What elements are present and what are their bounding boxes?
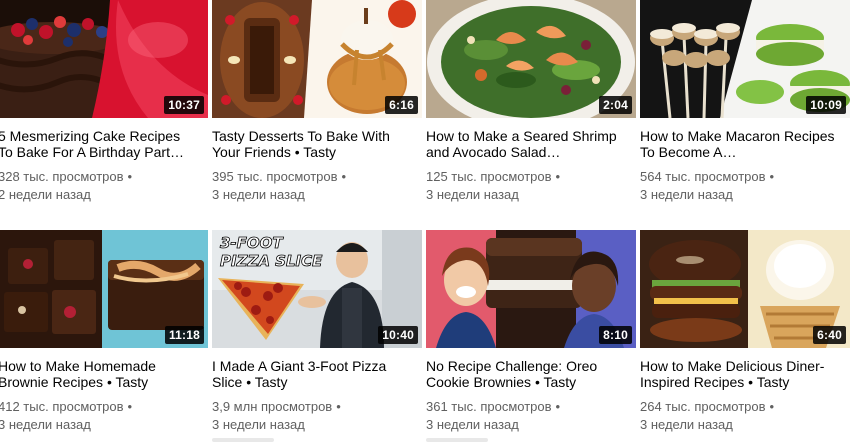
view-count: 395 тыс. просмотров <box>212 169 338 184</box>
separator-dot: • <box>555 169 561 184</box>
video-meta: 328 тыс. просмотров • 2 недели назад <box>0 168 208 204</box>
video-title[interactable]: How to Make Macaron Recipes To Become A… <box>640 128 840 160</box>
video-title[interactable]: I Made A Giant 3-Foot Pizza Slice • Tast… <box>212 358 412 390</box>
separator-dot: • <box>127 399 133 414</box>
video-meta: 412 тыс. просмотров • 3 недели назад <box>0 398 208 434</box>
upload-age: 3 недели назад <box>212 417 305 432</box>
view-count: 328 тыс. просмотров <box>0 169 124 184</box>
video-duration: 8:10 <box>599 326 632 344</box>
video-card[interactable]: 6:40 How to Make Delicious Diner-Inspire… <box>640 230 850 434</box>
video-card[interactable]: 6:16 Tasty Desserts To Bake With Your Fr… <box>212 0 422 204</box>
svg-text:3-FOOT: 3-FOOT <box>220 234 284 252</box>
upload-age: 3 недели назад <box>426 417 519 432</box>
video-duration: 6:16 <box>385 96 418 114</box>
video-duration: 10:09 <box>806 96 846 114</box>
video-duration: 11:18 <box>164 326 204 344</box>
separator-dot: • <box>769 169 775 184</box>
oreo-challenge-thumbnail[interactable]: 8:10 <box>426 230 636 348</box>
video-duration: 2:04 <box>599 96 632 114</box>
upload-age: 3 недели назад <box>426 187 519 202</box>
separator-dot: • <box>769 399 775 414</box>
video-title[interactable]: Tasty Desserts To Bake With Your Friends… <box>212 128 412 160</box>
video-card[interactable]: 8:10 No Recipe Challenge: Oreo Cookie Br… <box>426 230 636 442</box>
video-card[interactable]: 10:37 5 Mesmerizing Cake Recipes To Bake… <box>0 0 208 204</box>
upload-age: 3 недели назад <box>640 187 733 202</box>
upload-age: 3 недели назад <box>212 187 305 202</box>
upload-age: 3 недели назад <box>640 417 733 432</box>
macaron-thumbnail[interactable]: 10:09 <box>640 0 850 118</box>
video-meta: 3,9 млн просмотров • 3 недели назад <box>212 398 422 434</box>
shrimp-salad-thumbnail[interactable]: 2:04 <box>426 0 636 118</box>
video-card[interactable]: 2:04 How to Make a Seared Shrimp and Avo… <box>426 0 636 204</box>
chocolate-cake-thumbnail[interactable]: 10:37 <box>0 0 208 118</box>
video-title[interactable]: 5 Mesmerizing Cake Recipes To Bake For A… <box>0 128 198 160</box>
loading-placeholder <box>212 438 274 442</box>
diner-burger-thumbnail[interactable]: 6:40 <box>640 230 850 348</box>
separator-dot: • <box>341 169 347 184</box>
video-title[interactable]: How to Make Homemade Brownie Recipes • T… <box>0 358 198 390</box>
view-count: 361 тыс. просмотров <box>426 399 552 414</box>
video-meta: 125 тыс. просмотров • 3 недели назад <box>426 168 636 204</box>
video-card[interactable]: 10:09 How to Make Macaron Recipes To Bec… <box>640 0 850 204</box>
video-duration: 6:40 <box>813 326 846 344</box>
video-card[interactable]: 11:18 How to Make Homemade Brownie Recip… <box>0 230 208 434</box>
separator-dot: • <box>127 169 133 184</box>
video-title[interactable]: No Recipe Challenge: Oreo Cookie Brownie… <box>426 358 626 390</box>
video-duration: 10:37 <box>164 96 204 114</box>
video-title[interactable]: How to Make a Seared Shrimp and Avocado … <box>426 128 626 160</box>
brownie-thumbnail[interactable]: 11:18 <box>0 230 208 348</box>
upload-age: 3 недели назад <box>0 417 91 432</box>
video-duration: 10:40 <box>378 326 418 344</box>
view-count: 412 тыс. просмотров <box>0 399 124 414</box>
giant-pizza-thumbnail[interactable]: 3-FOOT PIZZA SLICE 10:40 <box>212 230 422 348</box>
upload-age: 2 недели назад <box>0 187 91 202</box>
video-meta: 395 тыс. просмотров • 3 недели назад <box>212 168 422 204</box>
video-title[interactable]: How to Make Delicious Diner-Inspired Rec… <box>640 358 840 390</box>
view-count: 564 тыс. просмотров <box>640 169 766 184</box>
separator-dot: • <box>555 399 561 414</box>
desserts-thumbnail[interactable]: 6:16 <box>212 0 422 118</box>
separator-dot: • <box>336 399 341 414</box>
video-meta: 361 тыс. просмотров • 3 недели назад <box>426 398 636 434</box>
video-meta: 264 тыс. просмотров • 3 недели назад <box>640 398 850 434</box>
svg-text:PIZZA SLICE: PIZZA SLICE <box>220 252 323 270</box>
loading-placeholder <box>426 438 488 442</box>
view-count: 125 тыс. просмотров <box>426 169 552 184</box>
view-count: 264 тыс. просмотров <box>640 399 766 414</box>
video-meta: 564 тыс. просмотров • 3 недели назад <box>640 168 850 204</box>
view-count: 3,9 млн просмотров <box>212 399 333 414</box>
video-card[interactable]: 3-FOOT PIZZA SLICE 10:40 I Made A Giant … <box>212 230 422 442</box>
